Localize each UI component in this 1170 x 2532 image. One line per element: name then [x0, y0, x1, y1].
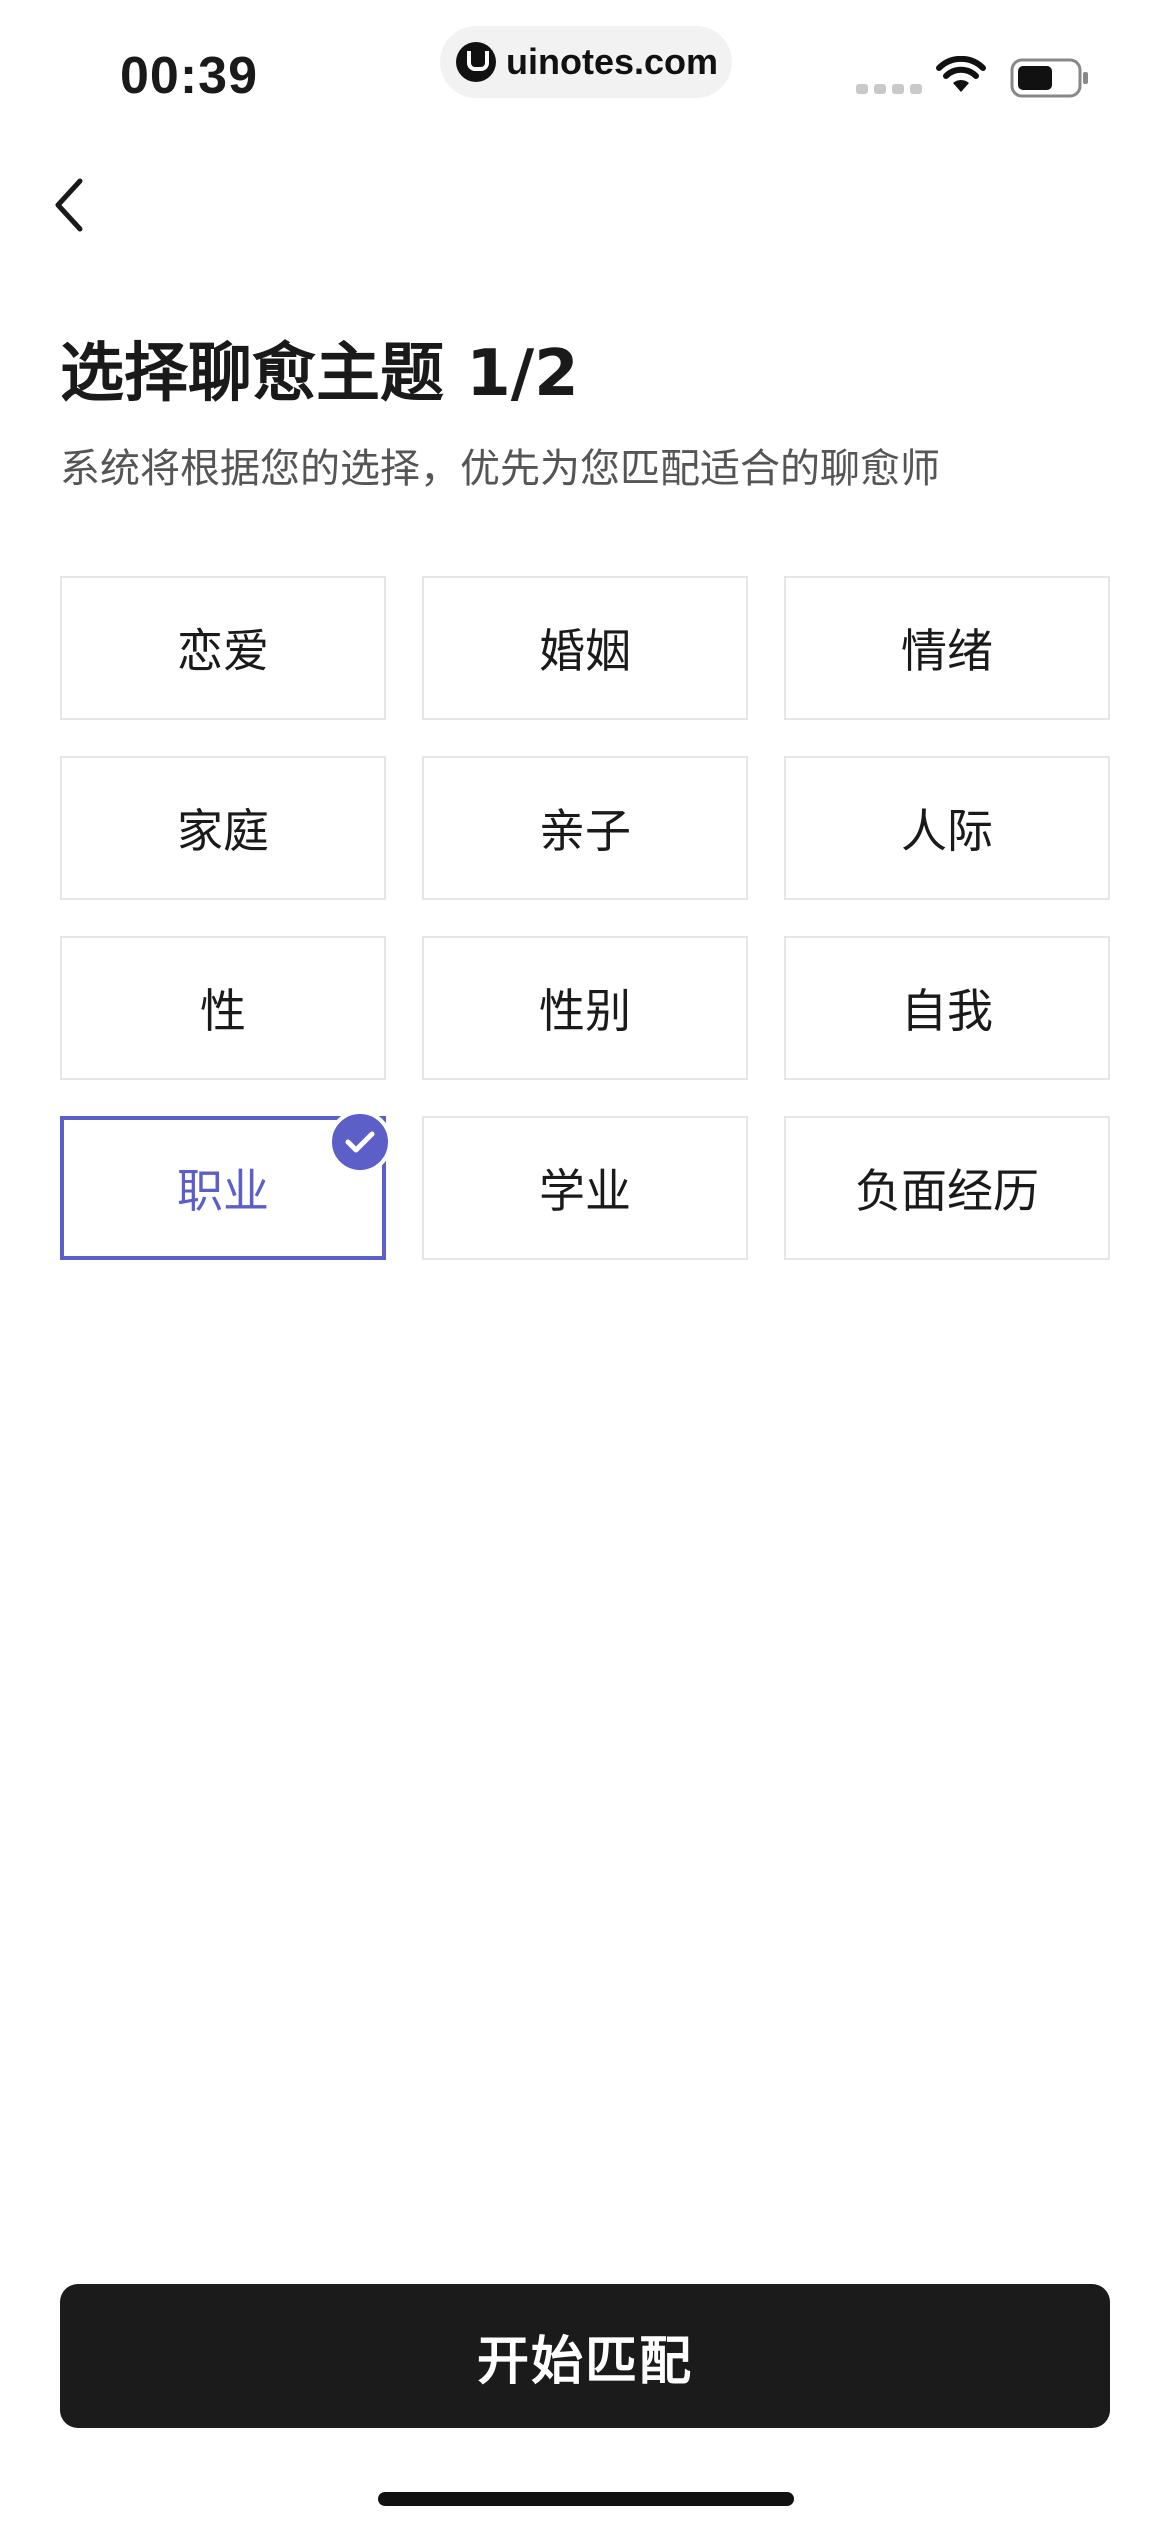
topic-label: 家庭 [177, 804, 269, 858]
check-icon [328, 1110, 392, 1174]
topic-chip[interactable]: 亲子 [422, 756, 748, 900]
topic-chip[interactable]: 情绪 [784, 576, 1110, 720]
url-pill[interactable]: uinotes.com [440, 26, 732, 98]
topic-chip[interactable]: 性 [60, 936, 386, 1080]
topic-label: 恋爱 [177, 624, 269, 678]
url-text: uinotes.com [506, 41, 719, 82]
topic-label: 职业 [177, 1164, 269, 1218]
topic-label: 性别 [539, 984, 631, 1038]
topic-chip[interactable]: 人际 [784, 756, 1110, 900]
topic-label: 学业 [539, 1164, 631, 1218]
site-logo-icon [456, 42, 496, 82]
topic-chip[interactable]: 婚姻 [422, 576, 748, 720]
wifi-icon [936, 56, 986, 92]
topic-label: 自我 [901, 984, 993, 1038]
chevron-left-icon [55, 178, 83, 232]
topic-chip[interactable]: 自我 [784, 936, 1110, 1080]
start-match-button[interactable]: 开始匹配 [60, 2284, 1110, 2428]
topic-label: 亲子 [539, 804, 631, 858]
status-bar: 00:39 uinotes.com [0, 0, 1170, 150]
topic-label: 性 [200, 984, 246, 1038]
topic-chip[interactable]: 恋爱 [60, 576, 386, 720]
status-time: 00:39 [120, 47, 258, 105]
topic-chip[interactable]: 学业 [422, 1116, 748, 1260]
signal-dots-icon [856, 84, 922, 94]
topic-chip[interactable]: 负面经历 [784, 1116, 1110, 1260]
topic-chip-selected[interactable]: 职业 [60, 1110, 392, 1260]
topic-chip[interactable]: 家庭 [60, 756, 386, 900]
battery-icon [1010, 58, 1088, 98]
back-button[interactable] [30, 160, 110, 250]
topic-label: 人际 [901, 804, 993, 858]
topic-label: 婚姻 [539, 624, 631, 678]
page-title: 选择聊愈主题 1/2 [60, 337, 579, 411]
page-subtitle: 系统将根据您的选择，优先为您匹配适合的聊愈师 [60, 446, 940, 492]
topic-label: 负面经历 [855, 1164, 1039, 1218]
topic-label: 情绪 [901, 624, 993, 678]
home-indicator[interactable] [378, 2492, 794, 2506]
topic-chip[interactable]: 性别 [422, 936, 748, 1080]
topic-grid: 恋爱 婚姻 情绪 家庭 亲子 人际 性 性别 自我 职业 学业 负面经历 [60, 576, 1110, 1260]
